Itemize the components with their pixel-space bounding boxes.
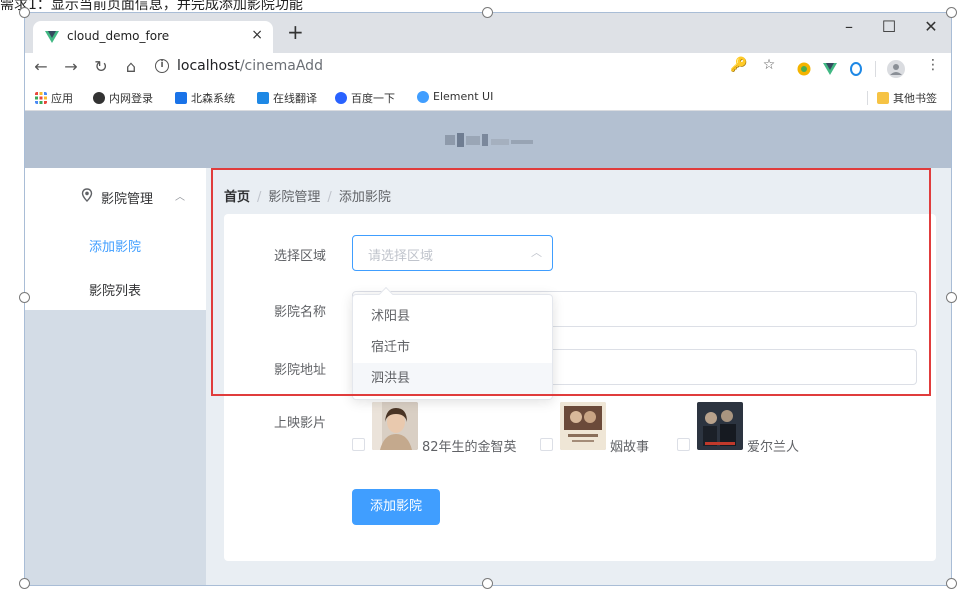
resize-handle[interactable] xyxy=(946,7,957,18)
tab-title: cloud_demo_fore xyxy=(67,29,170,43)
site-info-icon[interactable]: i xyxy=(155,59,169,73)
url-path: /cinemaAdd xyxy=(239,58,323,74)
tab-strip: cloud_demo_fore × + – ☐ ✕ xyxy=(25,13,951,53)
translate-icon xyxy=(257,92,269,104)
profile-avatar-icon[interactable] xyxy=(887,60,905,78)
bookmark-label: 百度一下 xyxy=(351,92,395,105)
film-name: 爱尔兰人 xyxy=(747,440,800,455)
apps-grid-icon xyxy=(35,92,47,104)
app-header xyxy=(25,111,951,168)
baidu-icon xyxy=(335,92,347,104)
reload-icon[interactable]: ↻ xyxy=(91,57,111,76)
bookmark-other[interactable]: 其他书签 xyxy=(877,90,937,106)
bookmark-beisen[interactable]: 北森系统 xyxy=(175,90,235,106)
vue-logo-icon xyxy=(45,31,59,43)
beisen-icon xyxy=(175,92,187,104)
resize-handle[interactable] xyxy=(946,292,957,303)
bookmark-label: 其他书签 xyxy=(893,92,937,105)
chevron-up-icon: ︿ xyxy=(175,192,185,203)
key-icon[interactable]: 🔑 xyxy=(729,57,749,73)
resize-handle[interactable] xyxy=(482,7,493,18)
extension-chrome-icon[interactable] xyxy=(797,62,811,76)
new-tab-button[interactable]: + xyxy=(287,22,304,42)
close-tab-icon[interactable]: × xyxy=(251,27,263,43)
browser-tab[interactable]: cloud_demo_fore × xyxy=(33,21,273,53)
film-name: 82年生的金智英 xyxy=(422,440,517,455)
resize-handle[interactable] xyxy=(946,578,957,589)
bookmark-label: 应用 xyxy=(51,92,73,105)
element-icon xyxy=(417,90,429,103)
film-name: 姻故事 xyxy=(610,440,650,455)
submenu-label: 影院管理 xyxy=(101,192,154,207)
resize-handle[interactable] xyxy=(19,7,30,18)
film-checkbox[interactable] xyxy=(677,438,690,451)
bookmark-label: Element UI xyxy=(433,90,494,103)
url-host: localhost xyxy=(177,58,240,74)
bookmark-label: 内网登录 xyxy=(109,92,153,105)
film-option[interactable]: 82年生的金智英 xyxy=(352,402,522,462)
bookmark-baidu[interactable]: 百度一下 xyxy=(335,90,395,106)
bookmarks-bar: 应用 内网登录 北森系统 在线翻译 百度一下 Element UI 其他书签 xyxy=(25,85,951,111)
menu-icon[interactable]: ⋮ xyxy=(923,57,943,73)
forward-icon[interactable]: → xyxy=(61,57,81,76)
back-icon[interactable]: ← xyxy=(31,57,51,76)
maximize-icon[interactable]: ☐ xyxy=(877,17,901,36)
screenshot-stage: 需求1：显示当前页面信息，并完成添加影院功能 cloud_demo_fore ×… xyxy=(0,0,970,598)
films-label: 上映影片 xyxy=(274,416,327,431)
resize-handle[interactable] xyxy=(19,292,30,303)
film-option[interactable]: 爱尔兰人 xyxy=(677,402,800,462)
film-checkbox[interactable] xyxy=(540,438,553,451)
location-icon xyxy=(81,188,93,202)
film-option[interactable]: 姻故事 xyxy=(540,402,660,462)
film-poster-image xyxy=(372,402,418,450)
star-icon[interactable]: ☆ xyxy=(759,57,779,73)
sidebar: 影院管理 ︿ 添加影院 影院列表 xyxy=(25,168,206,585)
film-poster-image xyxy=(560,402,606,450)
globe-icon xyxy=(93,92,105,104)
bookmarks-divider xyxy=(867,91,868,105)
nav-menu: 影院管理 ︿ 添加影院 影院列表 xyxy=(25,168,206,310)
submenu-cinema-management[interactable]: 影院管理 ︿ xyxy=(25,180,206,212)
window-close-icon[interactable]: ✕ xyxy=(919,17,943,36)
minimize-icon[interactable]: – xyxy=(837,17,861,36)
film-checkbox[interactable] xyxy=(352,438,365,451)
bookmark-label: 在线翻译 xyxy=(273,92,317,105)
annotation-highlight-box xyxy=(211,168,931,396)
bookmark-element-ui[interactable]: Element UI xyxy=(417,90,493,103)
folder-icon xyxy=(877,92,889,104)
bookmark-label: 北森系统 xyxy=(191,92,235,105)
resize-handle[interactable] xyxy=(482,578,493,589)
film-poster-image xyxy=(697,402,743,450)
bookmark-intranet-login[interactable]: 内网登录 xyxy=(93,90,153,106)
toolbar-divider xyxy=(875,61,876,77)
sidebar-item-add-cinema[interactable]: 添加影院 xyxy=(89,236,141,255)
sidebar-item-cinema-list[interactable]: 影院列表 xyxy=(89,280,141,299)
extension-blue-icon[interactable] xyxy=(849,62,863,76)
url-text: localhost/cinemaAdd xyxy=(177,58,323,74)
blurred-logo-image xyxy=(445,133,533,147)
address-bar[interactable]: i localhost/cinemaAdd xyxy=(155,55,735,81)
browser-toolbar: ← → ↻ ⌂ i localhost/cinemaAdd 🔑 ☆ ⋮ xyxy=(25,53,951,85)
bookmark-apps[interactable]: 应用 xyxy=(35,90,73,106)
bookmark-translate[interactable]: 在线翻译 xyxy=(257,90,317,106)
home-icon[interactable]: ⌂ xyxy=(121,57,141,76)
extension-vue-icon[interactable] xyxy=(823,62,837,76)
add-cinema-button[interactable]: 添加影院 xyxy=(352,489,440,525)
resize-handle[interactable] xyxy=(19,578,30,589)
